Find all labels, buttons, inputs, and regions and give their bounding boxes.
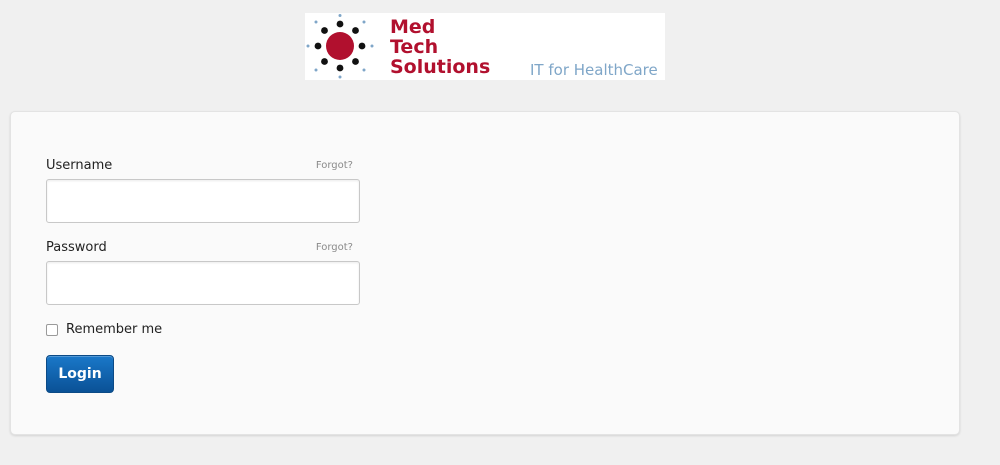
- remember-me-checkbox[interactable]: [46, 323, 58, 336]
- remember-me-label: Remember me: [66, 322, 163, 337]
- login-panel: Username Forgot? Password Forgot? Rememb…: [10, 111, 960, 435]
- brand-name-line3: Solutions: [390, 56, 491, 78]
- brand-tagline: IT for HealthCare: [530, 61, 658, 79]
- password-input[interactable]: [46, 261, 360, 305]
- login-button[interactable]: Login: [46, 355, 114, 393]
- password-label: Password: [46, 240, 107, 255]
- username-input[interactable]: [46, 179, 360, 223]
- brand-name-line2: Tech: [390, 36, 439, 58]
- forgot-password-link[interactable]: Forgot?: [316, 242, 353, 253]
- brand-name-line1: Med: [390, 16, 436, 38]
- username-label: Username: [46, 158, 113, 173]
- brand-name: Med Tech Solutions: [390, 17, 490, 77]
- sun-dots-logo-icon: [306, 14, 374, 79]
- forgot-username-link[interactable]: Forgot?: [316, 160, 353, 171]
- remember-me-group[interactable]: Remember me: [46, 322, 162, 337]
- brand-logo: Med Tech Solutions IT for HealthCare: [305, 13, 665, 80]
